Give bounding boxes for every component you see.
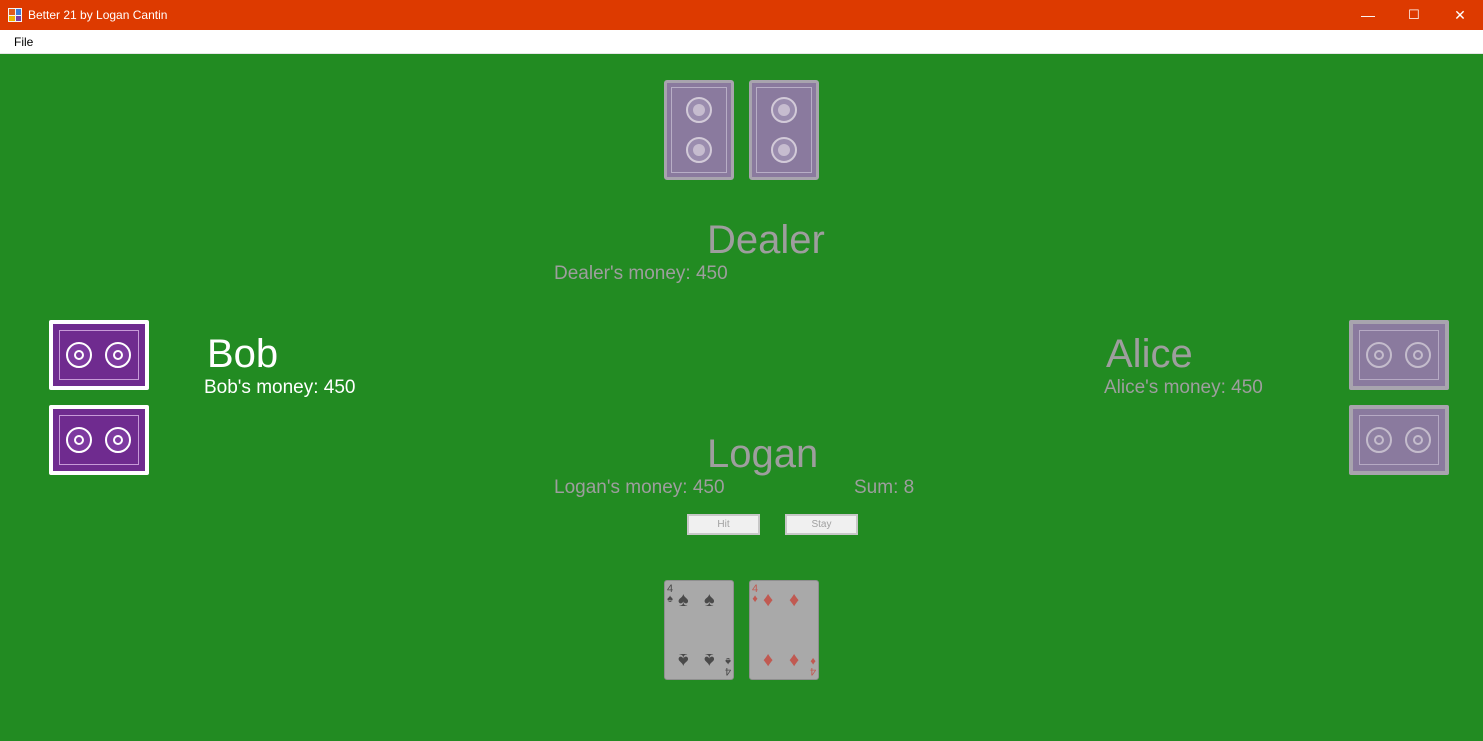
bob-card-2: [49, 405, 149, 475]
logan-sum: Sum: 8: [854, 477, 915, 498]
card-corner: 4 ♦: [810, 655, 816, 677]
diamond-icon: ♦: [810, 655, 816, 667]
card-back-emblem-icon: [686, 137, 712, 163]
diamond-icon: ♦: [763, 649, 774, 671]
spade-icon: ♠: [725, 655, 731, 667]
card-corner: 4 ♠: [725, 655, 731, 677]
bob-card-1: [49, 320, 149, 390]
menu-file[interactable]: File: [14, 35, 33, 49]
card-corner: 4 ♦: [752, 584, 758, 605]
card-back-emblem-icon: [105, 427, 131, 453]
alice-card-1: [1349, 320, 1449, 390]
diamond-icon: ♦: [763, 589, 774, 611]
close-button[interactable]: ✕: [1437, 0, 1483, 30]
card-back-emblem-icon: [771, 137, 797, 163]
card-back-emblem-icon: [686, 97, 712, 123]
logan-card-2: 4 ♦ ♦ ♦ ♦ ♦ 4 ♦: [749, 580, 819, 680]
alice-card-2: [1349, 405, 1449, 475]
diamond-icon: ♦: [789, 649, 800, 671]
menu-bar: File: [0, 30, 1483, 54]
alice-name: Alice: [1106, 332, 1193, 376]
logan-card-1: 4 ♠ ♠ ♠ ♠ ♠ 4 ♠: [664, 580, 734, 680]
bob-money: Bob's money: 450: [204, 377, 356, 398]
spade-icon: ♠: [678, 649, 689, 671]
window-title: Better 21 by Logan Cantin: [28, 8, 168, 22]
stay-button[interactable]: Stay: [785, 514, 858, 535]
card-corner: 4 ♠: [667, 584, 673, 605]
bob-name: Bob: [207, 332, 279, 376]
dealer-card-1: [664, 80, 734, 180]
card-back-emblem-icon: [66, 342, 92, 368]
dealer-money: Dealer's money: 450: [554, 263, 728, 284]
card-back-emblem-icon: [66, 427, 92, 453]
dealer-card-2: [749, 80, 819, 180]
diamond-icon: ♦: [789, 589, 800, 611]
spade-icon: ♠: [704, 649, 715, 671]
minimize-button[interactable]: —: [1345, 0, 1391, 30]
hit-button[interactable]: Hit: [687, 514, 760, 535]
title-bar: Better 21 by Logan Cantin — ☐ ✕: [0, 0, 1483, 30]
card-back-emblem-icon: [771, 97, 797, 123]
card-back-emblem-icon: [1405, 342, 1431, 368]
spade-icon: ♠: [704, 589, 715, 611]
card-back-emblem-icon: [105, 342, 131, 368]
spade-icon: ♠: [667, 593, 673, 605]
logan-money: Logan's money: 450: [554, 477, 725, 498]
logan-name: Logan: [707, 432, 819, 476]
dealer-name: Dealer: [707, 218, 825, 262]
card-back-emblem-icon: [1366, 427, 1392, 453]
game-table: Dealer Dealer's money: 450 Bob Bob's mon…: [0, 54, 1483, 741]
spade-icon: ♠: [678, 589, 689, 611]
app-icon: [8, 8, 22, 22]
card-back-emblem-icon: [1405, 427, 1431, 453]
alice-money: Alice's money: 450: [1104, 377, 1263, 398]
card-back-emblem-icon: [1366, 342, 1392, 368]
maximize-button[interactable]: ☐: [1391, 0, 1437, 30]
diamond-icon: ♦: [752, 593, 758, 605]
